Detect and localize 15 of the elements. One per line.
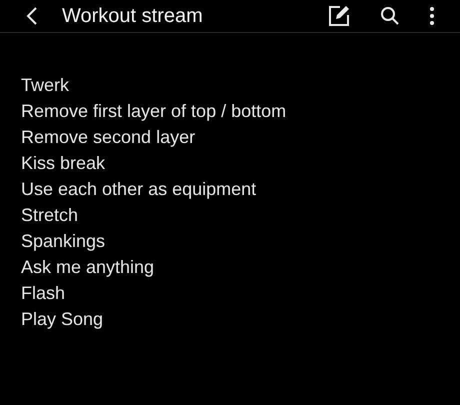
note-title: Workout stream (62, 6, 203, 26)
search-icon[interactable] (380, 6, 400, 26)
note-line: Play Song (21, 308, 104, 331)
note-line: Remove first layer of top / bottom (21, 100, 286, 123)
back-icon[interactable] (26, 7, 38, 25)
edit-icon[interactable] (328, 5, 350, 27)
more-options-icon[interactable] (430, 7, 434, 25)
note-line: Spankings (21, 230, 106, 253)
note-line: Stretch (21, 204, 78, 227)
note-line: Kiss break (21, 152, 106, 175)
note-line: Flash (21, 282, 66, 305)
note-line: Ask me anything (21, 256, 154, 279)
note-line: Use each other as equipment (21, 178, 256, 201)
note-line: Twerk (21, 74, 70, 97)
note-line: Remove second layer (21, 126, 196, 149)
